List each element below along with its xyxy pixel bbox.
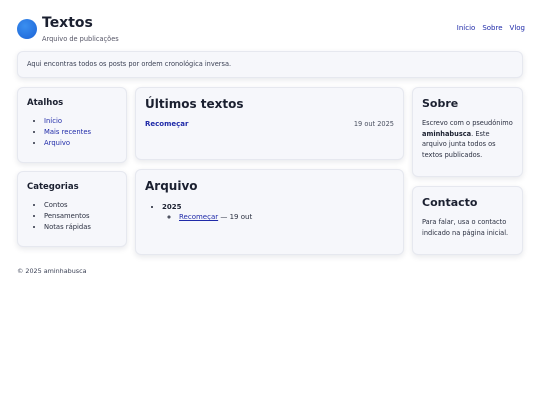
- shortcuts-list: Início Mais recentes Arquivo: [27, 116, 117, 149]
- contact-text: Para falar, usa o contacto indicado na p…: [422, 218, 509, 237]
- archive-entry-date: — 19 out: [218, 213, 253, 221]
- nav-link-vlog[interactable]: Vlog: [510, 24, 525, 32]
- footer-copyright: © 2025 aminhabusca: [17, 267, 87, 275]
- site-title[interactable]: Textos: [42, 15, 93, 31]
- site-subtitle: Arquivo de publicações: [42, 35, 119, 43]
- list-item: Mais recentes: [44, 127, 117, 138]
- intro-text: Aqui encontras todos os posts por ordem …: [27, 60, 232, 68]
- category-item: Notas rápidas: [44, 222, 117, 233]
- nav-link-inicio[interactable]: Início: [457, 24, 476, 32]
- post-date: 19 out 2025: [353, 120, 394, 128]
- nav-link-sobre[interactable]: Sobre: [482, 24, 502, 32]
- contact-title: Contacto: [422, 196, 478, 209]
- archive-entries: Recomeçar — 19 out: [162, 212, 394, 223]
- about-title: Sobre: [422, 97, 459, 110]
- archive-year-item: 2025 Recomeçar — 19 out: [162, 202, 394, 223]
- archive-year-list: 2025 Recomeçar — 19 out: [145, 202, 394, 223]
- categories-panel: Categorias Contos Pensamentos Notas rápi…: [17, 171, 127, 247]
- shortcuts-panel: Atalhos Início Mais recentes Arquivo: [17, 87, 127, 163]
- post-link[interactable]: Recomeçar: [145, 120, 188, 128]
- list-item: Início: [44, 116, 117, 127]
- top-nav: Início Sobre Vlog: [457, 24, 525, 32]
- list-item: Arquivo: [44, 138, 117, 149]
- about-text: Escrevo com o pseudónimo aminhabusca. Es…: [422, 118, 513, 160]
- site-logo-icon[interactable]: [17, 19, 37, 39]
- contact-panel: Contacto Para falar, usa o contacto indi…: [412, 186, 523, 255]
- author-name: aminhabusca: [422, 129, 472, 138]
- archive-year: 2025: [162, 203, 182, 211]
- site-header: Textos Arquivo de publicações Início Sob…: [17, 14, 525, 46]
- latest-posts-panel: Últimos textos Recomeçar 19 out 2025: [135, 87, 404, 160]
- about-text-start: Escrevo com o pseudónimo: [422, 119, 513, 127]
- shortcuts-title: Atalhos: [27, 98, 64, 108]
- shortcut-link-recent[interactable]: Mais recentes: [44, 128, 91, 136]
- archive-title: Arquivo: [145, 179, 198, 193]
- post-row: Recomeçar 19 out 2025: [145, 120, 394, 130]
- category-item: Pensamentos: [44, 211, 117, 222]
- categories-title: Categorias: [27, 182, 79, 192]
- archive-entry: Recomeçar — 19 out: [179, 212, 394, 223]
- intro-banner: Aqui encontras todos os posts por ordem …: [17, 51, 523, 78]
- archive-panel: Arquivo 2025 Recomeçar — 19 out: [135, 169, 404, 255]
- about-panel: Sobre Escrevo com o pseudónimo aminhabus…: [412, 87, 523, 177]
- shortcut-link-archive[interactable]: Arquivo: [44, 139, 70, 147]
- shortcut-link-inicio[interactable]: Início: [44, 117, 62, 125]
- categories-list: Contos Pensamentos Notas rápidas: [27, 200, 117, 233]
- archive-entry-link[interactable]: Recomeçar: [179, 213, 218, 221]
- latest-posts-title: Últimos textos: [145, 97, 244, 111]
- category-item: Contos: [44, 200, 117, 211]
